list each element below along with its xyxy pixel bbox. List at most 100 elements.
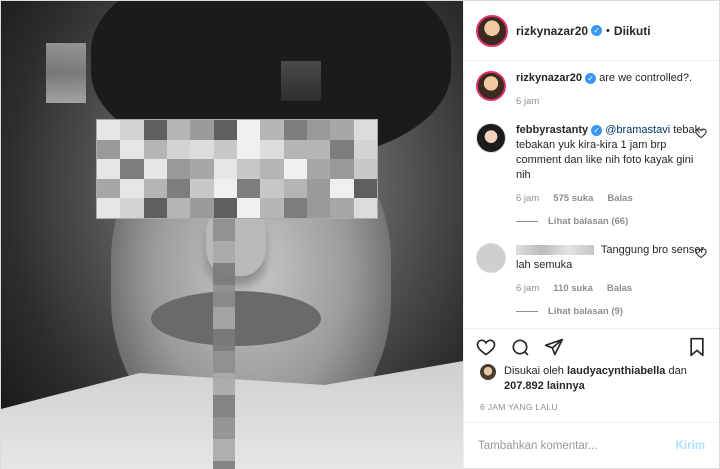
comment-time[interactable]: 6 jam	[516, 281, 539, 296]
censor-pixel	[260, 139, 284, 160]
reply-button[interactable]: Balas	[607, 281, 632, 296]
view-replies-button[interactable]: Lihat balasan (66)	[516, 214, 707, 229]
censor-pixel	[167, 198, 191, 218]
likes-user[interactable]: laudyacynthiabella	[567, 365, 665, 377]
censor-pixel	[213, 120, 237, 140]
censor-pixel	[120, 198, 144, 218]
post-photo[interactable]	[1, 1, 463, 469]
censor-pixel	[213, 159, 237, 179]
avatar[interactable]	[476, 14, 508, 47]
censor-pixel	[330, 178, 354, 199]
like-icon[interactable]	[476, 337, 496, 357]
censor-pixel	[190, 120, 214, 140]
censor-pixel	[143, 178, 167, 199]
avatar[interactable]	[476, 123, 506, 153]
censor-pixel	[260, 159, 284, 179]
censor-pixel	[330, 139, 354, 160]
censor-pixel	[237, 139, 261, 160]
censor-pixel	[143, 120, 167, 140]
comment-likes[interactable]: 575 suka	[553, 191, 593, 206]
likes-count[interactable]: 207.892 lainnya	[504, 380, 585, 392]
censor-pixel	[143, 198, 167, 218]
comment-username[interactable]: febbyrastanty	[516, 124, 588, 136]
censor-pixel	[167, 178, 191, 199]
censor-pixel	[213, 198, 237, 218]
censor-pixel	[120, 159, 144, 179]
bookmark-icon[interactable]	[687, 337, 707, 357]
censor-pixel	[330, 120, 354, 140]
censor-pixel	[283, 120, 307, 140]
post-actions	[464, 328, 719, 364]
post-comment-button[interactable]: Kirim	[676, 440, 705, 452]
caption-time[interactable]: 6 jam	[516, 94, 539, 109]
separator-dot: •	[606, 24, 610, 37]
censor-pixel	[353, 139, 377, 160]
censor-pixel	[213, 178, 237, 199]
post-timestamp[interactable]: 6 JAM YANG LALU	[464, 394, 719, 422]
caption-username[interactable]: rizkynazar20	[516, 72, 582, 84]
heart-outline-icon[interactable]	[695, 127, 707, 139]
censor-pixel	[330, 198, 354, 218]
censor-pixel	[260, 120, 284, 140]
likes-prefix: Disukai oleh	[504, 365, 564, 377]
photo-lips-shape	[151, 291, 321, 346]
comment-item: Tanggung bro sensor lah semuka 6 jam 110…	[476, 243, 707, 319]
censor-pixel	[143, 139, 167, 160]
censor-pixel	[307, 159, 331, 179]
censor-pixel	[167, 139, 191, 160]
verified-icon: ✓	[585, 72, 597, 84]
share-icon[interactable]	[544, 337, 564, 357]
view-replies-button[interactable]: Lihat balasan (9)	[516, 304, 707, 319]
censor-pixel	[97, 198, 121, 218]
likes-joiner: dan	[668, 365, 687, 377]
censor-pixel	[353, 198, 377, 218]
censor-pixel	[353, 159, 377, 179]
comment-mention[interactable]: @bramastavi	[605, 124, 670, 136]
caption-item: rizkynazar20 ✓ are we controlled?. 6 jam	[476, 71, 707, 109]
censor-pixel	[283, 178, 307, 199]
censor-pixel	[237, 120, 261, 140]
view-replies-label: Lihat balasan (66)	[548, 216, 629, 227]
censor-pixel	[307, 120, 331, 140]
avatar[interactable]	[476, 243, 506, 273]
censor-pixel	[213, 139, 237, 160]
heart-outline-icon[interactable]	[695, 247, 707, 259]
censor-pixel	[353, 120, 377, 140]
censor-pixel	[190, 139, 214, 160]
avatar[interactable]	[480, 364, 496, 380]
reply-button[interactable]: Balas	[607, 191, 632, 206]
censor-pixel	[190, 159, 214, 179]
verified-icon: ✓	[591, 25, 603, 36]
comment-likes[interactable]: 110 suka	[553, 281, 593, 296]
censor-pixel	[97, 178, 121, 199]
post-header: rizkynazar20 ✓ • Diikuti	[464, 1, 719, 61]
view-replies-label: Lihat balasan (9)	[548, 306, 623, 317]
replies-divider	[516, 311, 538, 312]
post-username[interactable]: rizkynazar20	[516, 24, 588, 38]
comments-list[interactable]: rizkynazar20 ✓ are we controlled?. 6 jam …	[464, 61, 719, 328]
post-side-panel: rizkynazar20 ✓ • Diikuti rizkynazar20 ✓ a…	[463, 1, 719, 468]
avatar[interactable]	[476, 71, 506, 101]
verified-icon: ✓	[591, 124, 603, 136]
censor-pixel	[120, 120, 144, 140]
censor-pixel	[237, 159, 261, 179]
censor-pixel	[143, 159, 167, 179]
censor-pixel	[330, 159, 354, 179]
comment-item: febbyrastanty ✓ @bramastavi tebak-tebakan…	[476, 123, 707, 229]
add-comment-bar: Kirim	[464, 422, 719, 468]
likes-summary: Disukai oleh laudyacynthiabella dan 207.…	[464, 364, 719, 394]
censor-pixel	[307, 198, 331, 218]
follow-status-button[interactable]: Diikuti	[614, 24, 651, 38]
censor-pixel	[260, 178, 284, 199]
censor-pixel	[97, 139, 121, 160]
censor-pixel	[190, 178, 214, 199]
censor-bar	[96, 119, 378, 219]
censor-pixel	[307, 139, 331, 160]
blurred-username	[516, 245, 594, 256]
censor-pixel	[167, 159, 191, 179]
comment-time[interactable]: 6 jam	[516, 191, 539, 206]
comment-icon[interactable]	[510, 337, 530, 357]
comment-input[interactable]	[478, 439, 676, 452]
censor-pixel	[97, 159, 121, 179]
censor-pixel	[120, 139, 144, 160]
